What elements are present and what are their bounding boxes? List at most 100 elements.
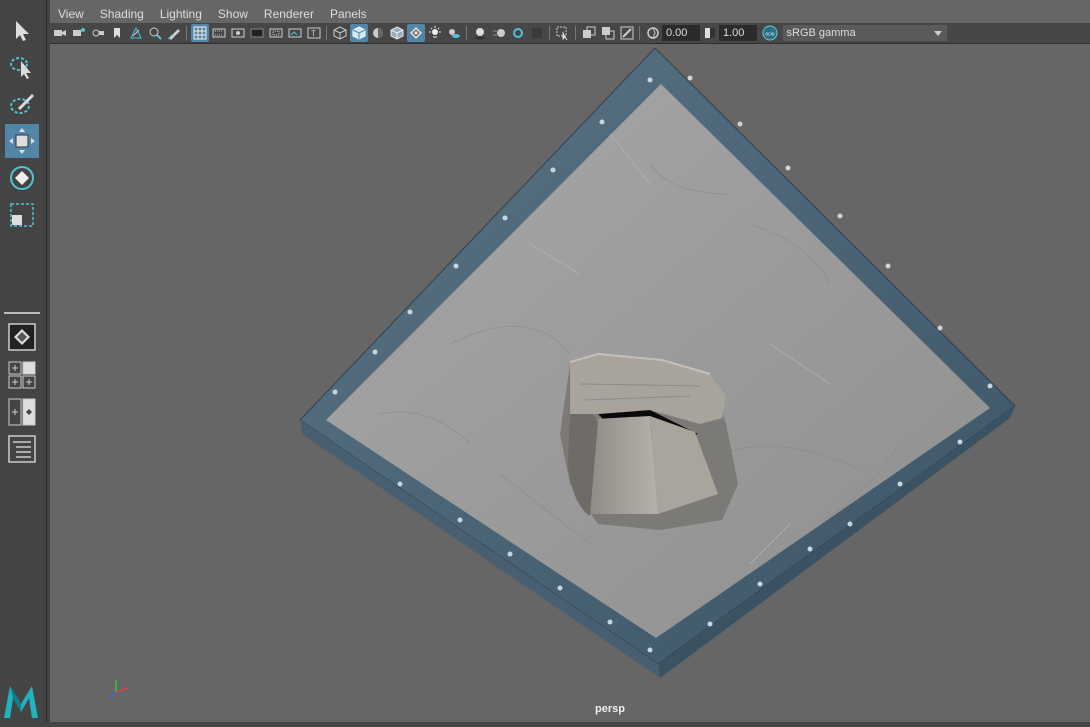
textured-icon: [409, 27, 422, 39]
depth-of-field-button[interactable]: [528, 24, 546, 42]
safe-action-button[interactable]: [286, 24, 304, 42]
xray-active-components-button[interactable]: [599, 24, 617, 42]
toolbar-separator: [575, 26, 576, 40]
wireframe-cube-icon: [333, 26, 346, 40]
color-management-icon: ocio: [762, 25, 778, 41]
select-camera-button[interactable]: [51, 24, 69, 42]
camera-attributes-icon: [72, 28, 85, 36]
toolbox: [0, 0, 47, 722]
select-tool[interactable]: [5, 14, 39, 48]
panel-menubar: View Shading Lighting Show Renderer Pane…: [50, 4, 375, 24]
paint-select-tool[interactable]: [5, 87, 39, 121]
menu-panels[interactable]: Panels: [322, 4, 375, 24]
use-default-material-button[interactable]: [369, 24, 387, 42]
safe-title-button[interactable]: T: [305, 24, 323, 42]
gamma-field[interactable]: 1.00: [719, 25, 757, 41]
color-management-badge: ocio: [765, 32, 774, 38]
camera-attributes-button[interactable]: [70, 24, 88, 42]
bookmark-button[interactable]: [108, 24, 126, 42]
wireframe-button[interactable]: [331, 24, 349, 42]
gate-mask-icon: [250, 28, 263, 38]
gate-mask-button[interactable]: [248, 24, 266, 42]
rotate-tool[interactable]: [5, 161, 39, 195]
toolbar-separator: [639, 26, 640, 40]
lasso-tool[interactable]: [5, 50, 39, 84]
gamma-button[interactable]: [701, 24, 719, 42]
color-space-value: sRGB gamma: [786, 27, 856, 39]
grid-icon: [193, 26, 206, 40]
exposure-icon: [646, 27, 659, 39]
menu-show[interactable]: Show: [210, 4, 256, 24]
axis-gizmo: [108, 676, 132, 705]
grid-toggle[interactable]: [190, 24, 209, 42]
motion-blur-icon: [492, 29, 505, 37]
color-management-button[interactable]: ocio: [761, 24, 779, 42]
anti-aliasing-button[interactable]: [509, 24, 527, 42]
grease-pencil-button[interactable]: [165, 24, 183, 42]
shadows-button[interactable]: [445, 24, 463, 42]
default-material-icon: [372, 28, 383, 38]
xray-button[interactable]: [580, 24, 598, 42]
outliner-layout-button[interactable]: [8, 435, 36, 463]
motion-blur-button[interactable]: [490, 24, 508, 42]
smooth-shade-cube-icon: [352, 26, 365, 40]
toolbar-separator: [466, 26, 467, 40]
resolution-gate-icon: [231, 28, 244, 38]
use-all-lights-button[interactable]: [426, 24, 444, 42]
move-tool[interactable]: [5, 124, 39, 158]
depth-of-field-icon: [531, 28, 542, 38]
3d-viewport[interactable]: [50, 44, 1090, 722]
xray-joints-icon: [620, 26, 633, 40]
bookmarks-button[interactable]: [89, 24, 107, 42]
panel-toolbar: T 0.00 1.00 ocio sRGB gamma: [50, 23, 1090, 44]
four-view-layout-icon: [8, 361, 36, 389]
isolate-select-button[interactable]: [554, 24, 572, 42]
xray-joints-button[interactable]: [618, 24, 636, 42]
scale-tool-icon: [10, 203, 34, 227]
select-tool-icon: [16, 21, 29, 41]
menu-view[interactable]: View: [50, 4, 92, 24]
svg-text:T: T: [311, 29, 316, 38]
grease-pencil-icon: [167, 29, 180, 40]
scale-tool[interactable]: [5, 198, 39, 232]
wireframe-on-shaded-button[interactable]: [388, 24, 406, 42]
single-perspective-layout-button[interactable]: [8, 323, 36, 351]
bookmark-camera-icon: [92, 29, 104, 37]
2d-pan-zoom-button[interactable]: [146, 24, 164, 42]
textured-button[interactable]: [406, 24, 425, 42]
ambient-occlusion-icon: [474, 28, 485, 40]
pan-zoom-icon: [149, 27, 162, 40]
color-space-dropdown[interactable]: sRGB gamma: [782, 25, 947, 41]
film-gate-button[interactable]: [210, 24, 228, 42]
gamma-icon: [704, 28, 715, 38]
image-plane-button[interactable]: [127, 24, 145, 42]
xray-components-icon: [601, 27, 614, 40]
two-pane-layout-icon: [8, 398, 36, 426]
stone-well: [560, 352, 738, 530]
four-view-layout-button[interactable]: [8, 361, 36, 389]
resolution-gate-button[interactable]: [229, 24, 247, 42]
field-chart-button[interactable]: [267, 24, 285, 42]
safe-action-icon: [288, 28, 301, 38]
two-pane-layout-button[interactable]: [8, 398, 36, 426]
paint-select-tool-icon: [10, 94, 34, 114]
xray-icon: [582, 26, 595, 38]
smooth-shade-button[interactable]: [349, 24, 368, 42]
shadows-icon: [448, 29, 460, 38]
viewport-panel: View Shading Lighting Show Renderer Pane…: [50, 0, 1090, 722]
menu-renderer[interactable]: Renderer: [256, 4, 322, 24]
menu-lighting[interactable]: Lighting: [152, 4, 210, 24]
screen-space-ao-button[interactable]: [471, 24, 489, 42]
exposure-field[interactable]: 0.00: [662, 25, 700, 41]
anti-aliasing-icon: [512, 28, 523, 38]
outliner-layout-icon: [8, 435, 36, 463]
exposure-button[interactable]: [644, 24, 662, 42]
camera-label: persp: [595, 703, 625, 715]
menu-shading[interactable]: Shading: [92, 4, 152, 24]
chevron-down-icon: [933, 31, 942, 36]
wireframe-on-shaded-icon: [390, 26, 403, 40]
isolate-select-icon: [556, 26, 567, 40]
toolbar-separator: [549, 26, 550, 40]
camera-icon: [53, 30, 66, 36]
single-perspective-layout-icon: [8, 323, 36, 351]
